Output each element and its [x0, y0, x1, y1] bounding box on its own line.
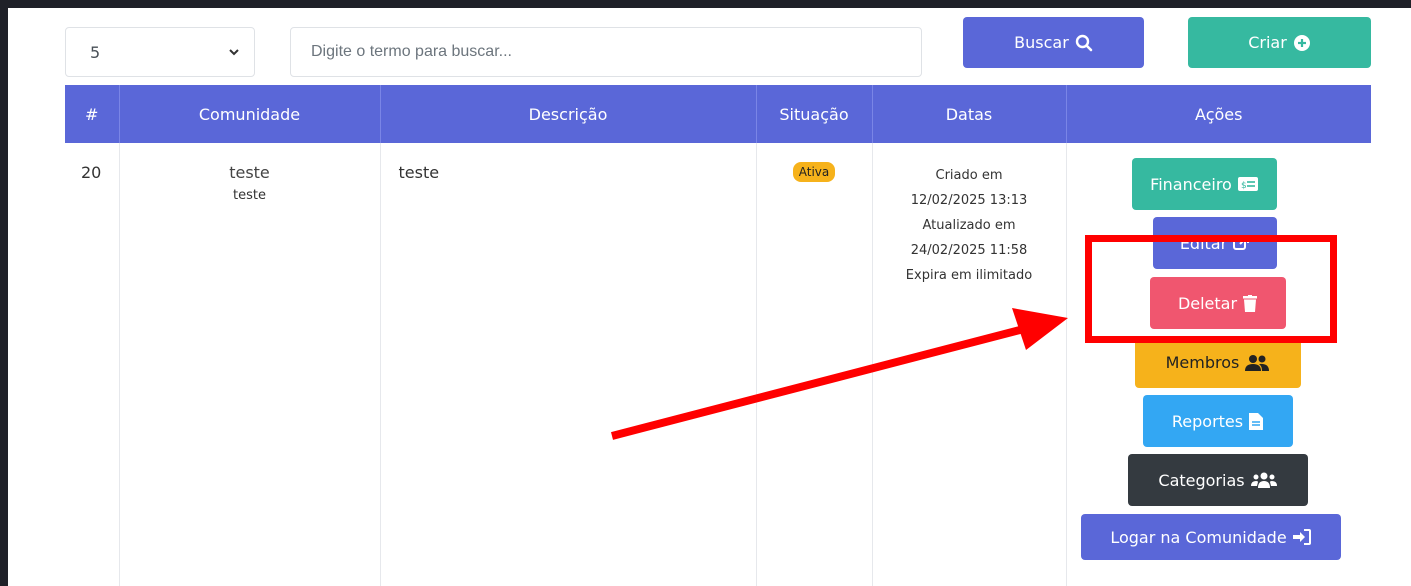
annotation-arrow-icon [610, 308, 1068, 440]
